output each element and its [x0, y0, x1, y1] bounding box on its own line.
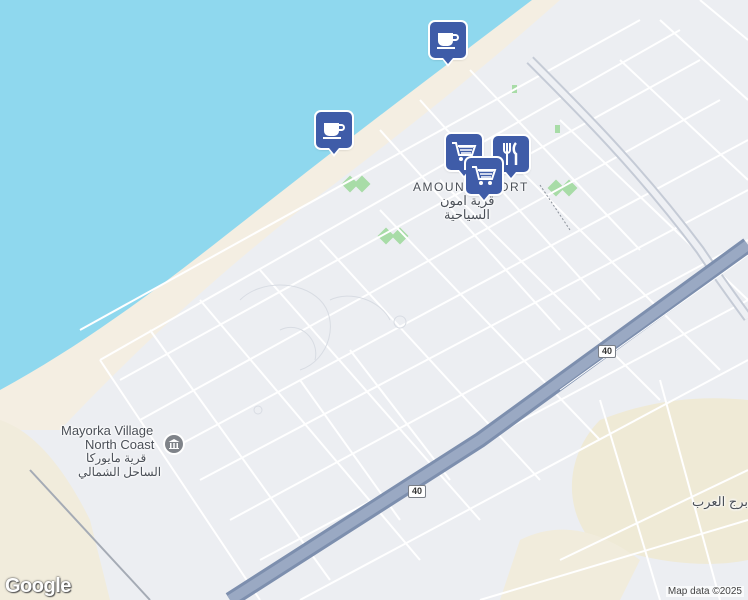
mayorka-arabic-line2: الساحل الشمالي: [78, 465, 162, 479]
cafe-marker[interactable]: [316, 112, 352, 157]
road-shield-40: 40: [408, 485, 427, 498]
cafe-marker[interactable]: [430, 22, 466, 67]
map-base-layer: [0, 0, 748, 600]
google-logo: Google: [5, 575, 71, 597]
map-canvas[interactable]: 40 40 AMOUN RESORT قرية امون السياحية Ma…: [0, 0, 748, 600]
road-shield-40: 40: [598, 345, 617, 358]
mayorka-village-label-line2: North Coast: [85, 437, 155, 452]
coffee-cup-icon: [437, 33, 459, 49]
landmark-icon[interactable]: [165, 435, 183, 453]
map-attribution[interactable]: Map data ©2025: [665, 586, 744, 597]
amoun-resort-arabic-line2: السياحية: [444, 207, 490, 222]
mayorka-arabic-line1: قرية مايوركا: [86, 451, 147, 465]
shopping-cart-icon: [472, 166, 497, 185]
mayorka-village-label[interactable]: Mayorka Village: [61, 423, 153, 438]
burj-al-arab-label[interactable]: برج العرب: [692, 494, 748, 509]
fork-knife-icon: [503, 142, 518, 165]
coffee-cup-icon: [323, 123, 345, 139]
shopping-marker[interactable]: [466, 158, 502, 203]
